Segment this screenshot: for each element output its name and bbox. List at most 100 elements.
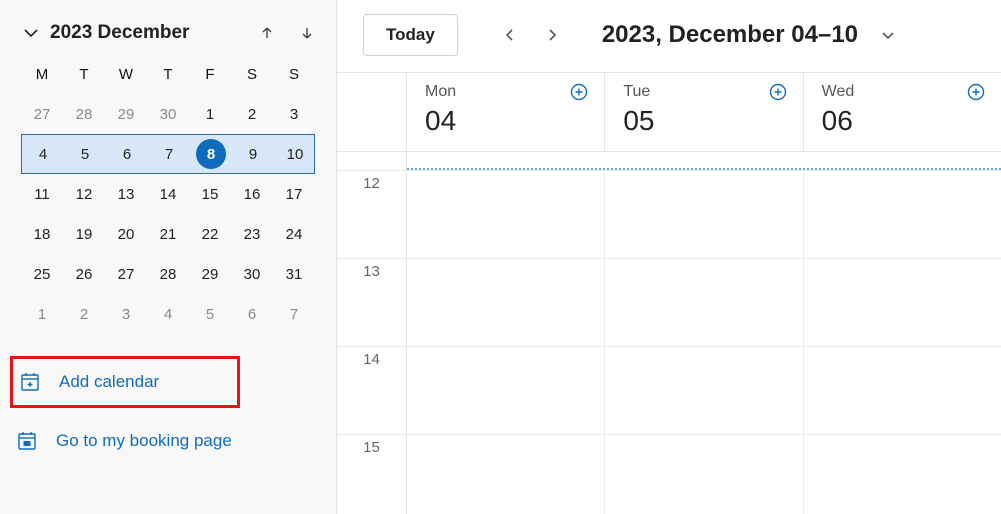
day-header-row: Mon04 Tue 05 Wed06 [337, 72, 1001, 152]
day-of-week-label: Mon [425, 83, 586, 101]
main-header: Today 2023, December 04–10 [337, 0, 1001, 72]
day-of-week-label: Tue [623, 83, 784, 101]
mini-calendar-day[interactable]: 3 [105, 294, 147, 334]
mini-calendar-day[interactable]: 6 [106, 135, 148, 173]
time-slot[interactable] [605, 347, 803, 434]
mini-calendar-day[interactable]: 14 [147, 174, 189, 214]
mini-calendar-day[interactable]: 27 [21, 94, 63, 134]
week-nav [498, 23, 564, 47]
mini-calendar-day[interactable]: 20 [105, 214, 147, 254]
mini-calendar-day[interactable]: 16 [231, 174, 273, 214]
mini-calendar-day[interactable]: 19 [63, 214, 105, 254]
mini-calendar-dow: T [63, 54, 105, 94]
mini-calendar-day[interactable]: 29 [189, 254, 231, 294]
mini-calendar-day[interactable]: 24 [273, 214, 315, 254]
mini-calendar-day[interactable]: 2 [231, 94, 273, 134]
mini-calendar-day[interactable]: 15 [189, 174, 231, 214]
hour-label: 15 [337, 435, 407, 514]
hour-label: 13 [337, 259, 407, 346]
mini-calendar-prev-icon[interactable] [256, 22, 278, 44]
today-button[interactable]: Today [363, 14, 458, 56]
mini-calendar-day[interactable]: 28 [63, 94, 105, 134]
mini-calendar-day[interactable]: 25 [21, 254, 63, 294]
mini-calendar-day[interactable]: 3 [273, 94, 315, 134]
add-event-icon[interactable] [769, 83, 787, 101]
mini-calendar-day[interactable]: 30 [231, 254, 273, 294]
mini-calendar-day[interactable]: 29 [105, 94, 147, 134]
mini-calendar-dow: W [105, 54, 147, 94]
hour-row: 12 [337, 170, 1001, 258]
main-calendar: Today 2023, December 04–10 Mon04 Tue 05 Wed… [336, 0, 1001, 514]
mini-calendar-day[interactable]: 1 [21, 294, 63, 334]
mini-calendar-day[interactable]: 21 [147, 214, 189, 254]
day-column-header[interactable]: Tue 05 [605, 73, 803, 151]
sidebar: 2023 December MTWTFSS2728293012345678910… [0, 0, 336, 514]
calendar-grid-body: 12131415 [337, 152, 1001, 514]
mini-calendar-day[interactable]: 5 [64, 135, 106, 173]
mini-calendar-day[interactable]: 12 [63, 174, 105, 214]
mini-calendar-day[interactable]: 22 [189, 214, 231, 254]
add-event-icon[interactable] [967, 83, 985, 101]
booking-page-link[interactable]: Go to my booking page [10, 418, 326, 464]
mini-calendar-nav [256, 22, 318, 44]
booking-label: Go to my booking page [56, 431, 232, 451]
mini-calendar-day[interactable]: 11 [21, 174, 63, 214]
next-week-icon[interactable] [540, 23, 564, 47]
day-of-month-label: 05 [623, 105, 784, 137]
mini-calendar-dow: F [189, 54, 231, 94]
mini-calendar-selected-week: 45678910 [21, 134, 315, 174]
add-calendar-highlight: Add calendar [10, 356, 240, 408]
time-slot[interactable] [407, 435, 605, 514]
mini-calendar-day[interactable]: 6 [231, 294, 273, 334]
time-slot[interactable] [407, 347, 605, 434]
time-slot[interactable] [804, 171, 1001, 258]
mini-calendar-day[interactable]: 9 [232, 135, 274, 173]
mini-calendar-dow: T [147, 54, 189, 94]
mini-calendar-day[interactable]: 7 [273, 294, 315, 334]
day-of-month-label: 06 [822, 105, 983, 137]
time-slot[interactable] [804, 347, 1001, 434]
mini-calendar-dow: M [21, 54, 63, 94]
allday-span[interactable] [407, 152, 1001, 170]
date-range-dropdown-icon[interactable] [880, 27, 896, 43]
mini-calendar-day[interactable]: 23 [231, 214, 273, 254]
time-slot[interactable] [407, 171, 605, 258]
mini-calendar-day[interactable]: 10 [274, 135, 316, 173]
mini-calendar-day[interactable]: 17 [273, 174, 315, 214]
mini-calendar-grid: MTWTFSS272829301234567891011121314151617… [0, 54, 336, 334]
mini-calendar-collapse-icon[interactable] [18, 25, 44, 41]
time-gutter-header [337, 73, 407, 151]
mini-calendar-day[interactable]: 31 [273, 254, 315, 294]
mini-calendar-day[interactable]: 13 [105, 174, 147, 214]
mini-calendar-header: 2023 December [0, 12, 336, 54]
day-column-header[interactable]: Mon04 [407, 73, 605, 151]
add-calendar-link[interactable]: Add calendar [13, 359, 237, 405]
mini-calendar-day[interactable]: 30 [147, 94, 189, 134]
add-event-icon[interactable] [570, 83, 588, 101]
time-slot[interactable] [605, 259, 803, 346]
time-slot[interactable] [804, 259, 1001, 346]
mini-calendar-day[interactable]: 18 [21, 214, 63, 254]
mini-calendar-day[interactable]: 4 [22, 135, 64, 173]
time-slot[interactable] [407, 259, 605, 346]
hour-row: 13 [337, 258, 1001, 346]
mini-calendar-day[interactable]: 26 [63, 254, 105, 294]
mini-calendar-day[interactable]: 7 [148, 135, 190, 173]
mini-calendar-day[interactable]: 28 [147, 254, 189, 294]
time-slot[interactable] [605, 171, 803, 258]
mini-calendar-title[interactable]: 2023 December [44, 22, 256, 44]
time-slot[interactable] [605, 435, 803, 514]
mini-calendar-next-icon[interactable] [296, 22, 318, 44]
day-column-header[interactable]: Wed06 [804, 73, 1001, 151]
mini-calendar-day[interactable]: 27 [105, 254, 147, 294]
mini-calendar-day[interactable]: 1 [189, 94, 231, 134]
mini-calendar-day[interactable]: 2 [63, 294, 105, 334]
hour-row: 15 [337, 434, 1001, 514]
mini-calendar-today: 8 [196, 139, 226, 169]
mini-calendar-day[interactable]: 5 [189, 294, 231, 334]
mini-calendar-day[interactable]: 4 [147, 294, 189, 334]
time-slot[interactable] [804, 435, 1001, 514]
mini-calendar-day[interactable]: 8 [190, 135, 232, 173]
prev-week-icon[interactable] [498, 23, 522, 47]
allday-gutter [337, 152, 407, 170]
